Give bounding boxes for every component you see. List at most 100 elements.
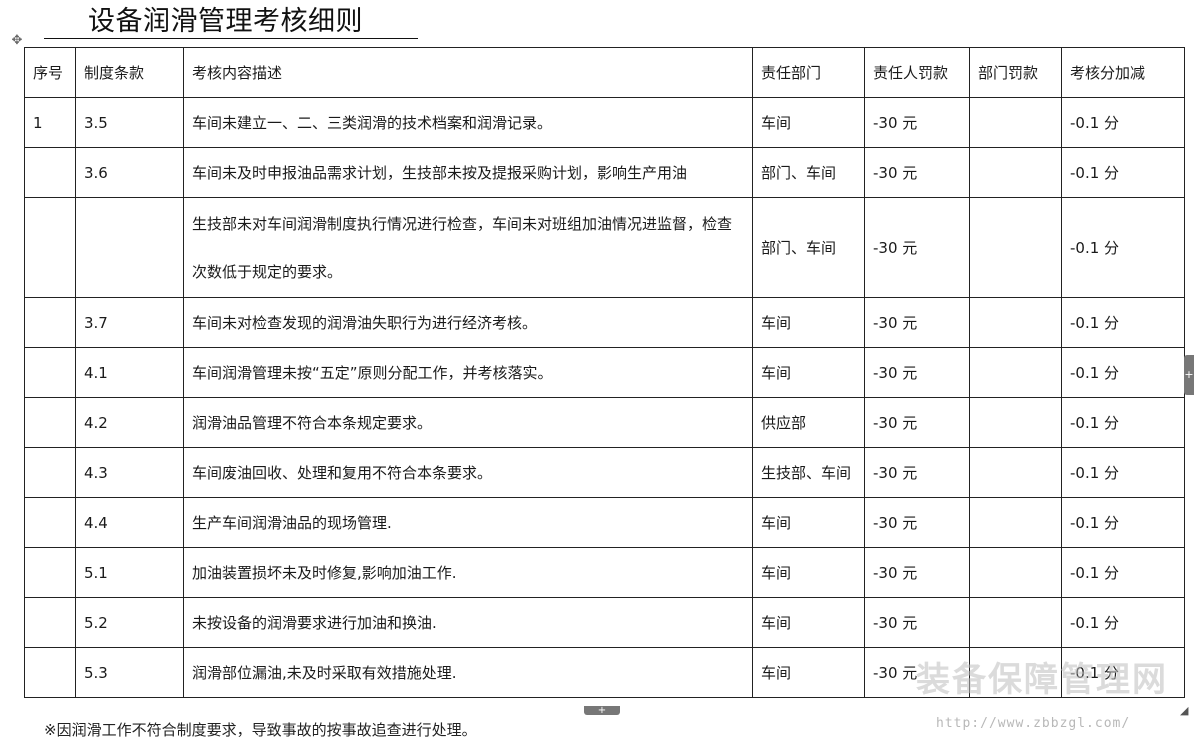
- header-clause: 制度条款: [75, 47, 184, 98]
- move-icon[interactable]: ✥: [9, 33, 25, 49]
- cell-person-fine: -30 元: [864, 347, 970, 398]
- cell-score: -0.1 分: [1061, 197, 1185, 298]
- cell-score: -0.1 分: [1061, 547, 1185, 598]
- cell-person-fine: -30 元: [864, 147, 970, 198]
- title-underline: [44, 38, 418, 39]
- table-row: 5.2 未按设备的润滑要求进行加油和换油. 车间 -30 元 -0.1 分: [24, 597, 1185, 648]
- cell-seq: [24, 597, 76, 648]
- cell-person-fine: -30 元: [864, 197, 970, 298]
- table-row: 1 3.5 车间未建立一、二、三类润滑的技术档案和润滑记录。 车间 -30 元 …: [24, 97, 1185, 148]
- cell-dept-fine: [969, 297, 1062, 348]
- cell-score: -0.1 分: [1061, 597, 1185, 648]
- cell-department: 车间: [752, 497, 865, 548]
- cell-dept-fine: [969, 147, 1062, 198]
- table-row: 4.2 润滑油品管理不符合本条规定要求。 供应部 -30 元 -0.1 分: [24, 397, 1185, 448]
- add-column-icon[interactable]: +: [1184, 355, 1194, 395]
- cell-department: 车间: [752, 547, 865, 598]
- cell-clause: 4.2: [75, 397, 184, 448]
- cell-person-fine: -30 元: [864, 447, 970, 498]
- cell-dept-fine: [969, 497, 1062, 548]
- cell-description: 车间废油回收、处理和复用不符合本条要求。: [183, 447, 753, 498]
- table-row: 4.3 车间废油回收、处理和复用不符合本条要求。 生技部、车间 -30 元 -0…: [24, 447, 1185, 498]
- cell-seq: [24, 297, 76, 348]
- cell-score: -0.1 分: [1061, 497, 1185, 548]
- header-department: 责任部门: [752, 47, 865, 98]
- cell-score: -0.1 分: [1061, 447, 1185, 498]
- table-row: 生技部未对车间润滑制度执行情况进行检查，车间未对班组加油情况进监督，检查次数低于…: [24, 197, 1185, 298]
- cell-department: 车间: [752, 297, 865, 348]
- header-seq: 序号: [24, 47, 76, 98]
- assessment-table: 序号 制度条款 考核内容描述 责任部门 责任人罚款 部门罚款 考核分加减 1 3…: [24, 47, 1185, 698]
- cell-dept-fine: [969, 597, 1062, 648]
- cell-clause: 5.2: [75, 597, 184, 648]
- cell-dept-fine: [969, 447, 1062, 498]
- cell-description: 生技部未对车间润滑制度执行情况进行检查，车间未对班组加油情况进监督，检查次数低于…: [183, 197, 753, 298]
- cell-clause: 5.3: [75, 647, 184, 698]
- document-title: 设备润滑管理考核细则: [88, 6, 363, 37]
- cell-score: -0.1 分: [1061, 347, 1185, 398]
- table-row: 4.1 车间润滑管理未按“五定”原则分配工作，并考核落实。 车间 -30 元 -…: [24, 347, 1185, 398]
- cell-clause: 3.7: [75, 297, 184, 348]
- cell-dept-fine: [969, 97, 1062, 148]
- footnote: ※因润滑工作不符合制度要求，导致事故的按事故追查进行处理。: [44, 721, 477, 739]
- cell-department: 部门、车间: [752, 147, 865, 198]
- add-row-icon[interactable]: +: [584, 706, 620, 716]
- header-score: 考核分加减: [1061, 47, 1185, 98]
- cell-department: 供应部: [752, 397, 865, 448]
- watermark-text: 装备保障管理网: [916, 660, 1168, 700]
- cell-person-fine: -30 元: [864, 597, 970, 648]
- cell-department: 车间: [752, 597, 865, 648]
- cell-seq: [24, 447, 76, 498]
- table-row: 3.6 车间未及时申报油品需求计划，生技部未按及提报采购计划，影响生产用油 部门…: [24, 147, 1185, 198]
- cell-clause: 3.5: [75, 97, 184, 148]
- cell-description: 润滑油品管理不符合本条规定要求。: [183, 397, 753, 448]
- cell-person-fine: -30 元: [864, 297, 970, 348]
- cell-description: 加油装置损坏未及时修复,影响加油工作.: [183, 547, 753, 598]
- resize-icon[interactable]: ◢: [1180, 705, 1192, 717]
- cell-description: 车间未建立一、二、三类润滑的技术档案和润滑记录。: [183, 97, 753, 148]
- cell-clause: 4.3: [75, 447, 184, 498]
- cell-seq: [24, 397, 76, 448]
- cell-score: -0.1 分: [1061, 297, 1185, 348]
- cell-clause: 5.1: [75, 547, 184, 598]
- cell-department: 车间: [752, 647, 865, 698]
- cell-score: -0.1 分: [1061, 397, 1185, 448]
- cell-clause: [75, 197, 184, 298]
- cell-clause: 4.4: [75, 497, 184, 548]
- cell-person-fine: -30 元: [864, 497, 970, 548]
- cell-department: 部门、车间: [752, 197, 865, 298]
- cell-department: 生技部、车间: [752, 447, 865, 498]
- header-person-fine: 责任人罚款: [864, 47, 970, 98]
- cell-department: 车间: [752, 97, 865, 148]
- cell-dept-fine: [969, 347, 1062, 398]
- cell-dept-fine: [969, 397, 1062, 448]
- cell-person-fine: -30 元: [864, 547, 970, 598]
- header-description: 考核内容描述: [183, 47, 753, 98]
- cell-score: -0.1 分: [1061, 97, 1185, 148]
- cell-seq: [24, 347, 76, 398]
- watermark-url: http://www.zbbzgl.com/: [936, 716, 1131, 731]
- cell-description: 车间润滑管理未按“五定”原则分配工作，并考核落实。: [183, 347, 753, 398]
- cell-description: 润滑部位漏油,未及时采取有效措施处理.: [183, 647, 753, 698]
- table-row: 5.1 加油装置损坏未及时修复,影响加油工作. 车间 -30 元 -0.1 分: [24, 547, 1185, 598]
- cell-seq: [24, 147, 76, 198]
- cell-department: 车间: [752, 347, 865, 398]
- cell-seq: 1: [24, 97, 76, 148]
- cell-seq: [24, 197, 76, 298]
- cell-clause: 3.6: [75, 147, 184, 198]
- cell-description: 未按设备的润滑要求进行加油和换油.: [183, 597, 753, 648]
- table-row: 3.7 车间未对检查发现的润滑油失职行为进行经济考核。 车间 -30 元 -0.…: [24, 297, 1185, 348]
- cell-description: 车间未及时申报油品需求计划，生技部未按及提报采购计划，影响生产用油: [183, 147, 753, 198]
- cell-description: 车间未对检查发现的润滑油失职行为进行经济考核。: [183, 297, 753, 348]
- cell-score: -0.1 分: [1061, 147, 1185, 198]
- cell-seq: [24, 497, 76, 548]
- cell-dept-fine: [969, 197, 1062, 298]
- cell-clause: 4.1: [75, 347, 184, 398]
- cell-dept-fine: [969, 547, 1062, 598]
- table-header-row: 序号 制度条款 考核内容描述 责任部门 责任人罚款 部门罚款 考核分加减: [24, 47, 1185, 98]
- cell-person-fine: -30 元: [864, 97, 970, 148]
- cell-description: 生产车间润滑油品的现场管理.: [183, 497, 753, 548]
- cell-person-fine: -30 元: [864, 397, 970, 448]
- header-dept-fine: 部门罚款: [969, 47, 1062, 98]
- cell-seq: [24, 547, 76, 598]
